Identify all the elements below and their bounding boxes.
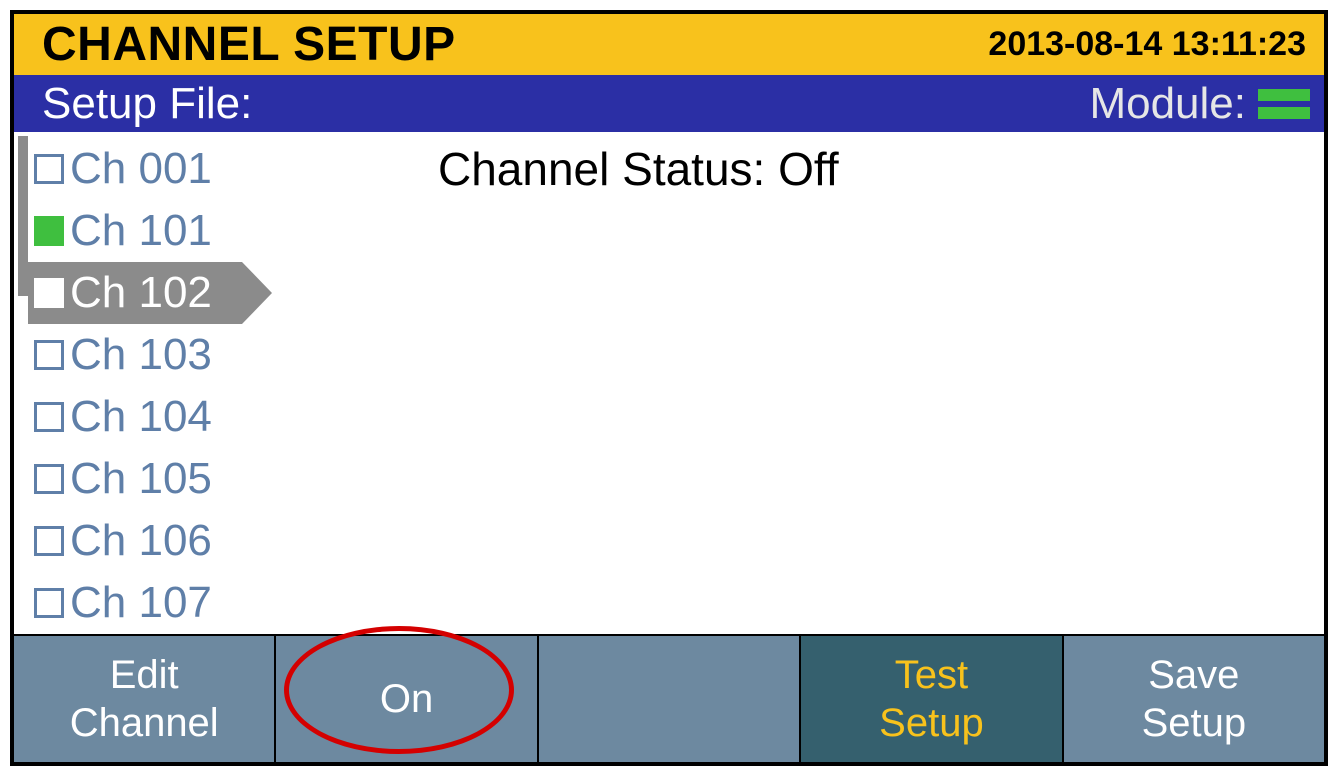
- page-title: CHANNEL SETUP: [42, 17, 456, 72]
- channel-scrollbar[interactable]: [18, 132, 28, 634]
- channel-status-value: Off: [778, 143, 839, 195]
- channel-label: Ch 103: [70, 330, 212, 380]
- channel-label: Ch 107: [70, 578, 212, 628]
- channel-item[interactable]: Ch 102: [28, 262, 242, 324]
- scrollbar-thumb[interactable]: [18, 136, 28, 296]
- softkey-test-setup[interactable]: Test Setup: [801, 636, 1063, 762]
- channel-status-pane: Channel Status: Off: [398, 132, 1324, 634]
- channel-label: Ch 101: [70, 206, 212, 256]
- channel-checkbox-icon: [34, 340, 64, 370]
- channel-label: Ch 105: [70, 454, 212, 504]
- softkey-on[interactable]: On: [276, 636, 538, 762]
- channel-label: Ch 106: [70, 516, 212, 566]
- softkey-save-setup[interactable]: Save Setup: [1064, 636, 1324, 762]
- channel-list: Ch 001 Ch 101 Ch 102 Ch 103 Ch 104 Ch 105 Ch 1…: [28, 132, 398, 634]
- main-body: Ch 001 Ch 101 Ch 102 Ch 103 Ch 104 Ch 105 Ch 1…: [14, 132, 1324, 634]
- softkey-bar: Edit Channel On Test Setup Save Setup: [14, 634, 1324, 762]
- channel-item[interactable]: Ch 103: [28, 324, 216, 386]
- softkey-edit-channel[interactable]: Edit Channel: [14, 636, 276, 762]
- channel-checkbox-icon: [34, 278, 64, 308]
- channel-label: Ch 104: [70, 392, 212, 442]
- channel-item[interactable]: Ch 104: [28, 386, 216, 448]
- module-status-icon: [1258, 89, 1310, 119]
- channel-checkbox-icon: [34, 588, 64, 618]
- channel-item[interactable]: Ch 101: [28, 200, 216, 262]
- channel-item[interactable]: Ch 001: [28, 138, 216, 200]
- channel-label: Ch 102: [70, 268, 212, 318]
- channel-item[interactable]: Ch 106: [28, 510, 216, 572]
- device-screen: CHANNEL SETUP 2013-08-14 13:11:23 Setup …: [10, 10, 1328, 766]
- channel-checkbox-icon: [34, 464, 64, 494]
- clock-timestamp: 2013-08-14 13:11:23: [988, 25, 1306, 64]
- setup-file-bar: Setup File: Module:: [14, 75, 1324, 132]
- channel-status-label: Channel Status:: [438, 143, 765, 195]
- channel-item[interactable]: Ch 107: [28, 572, 216, 634]
- channel-label: Ch 001: [70, 144, 212, 194]
- channel-checkbox-icon: [34, 526, 64, 556]
- channel-checkbox-icon: [34, 154, 64, 184]
- module-label: Module:: [1089, 79, 1246, 129]
- setup-file-label: Setup File:: [42, 79, 252, 129]
- title-bar: CHANNEL SETUP 2013-08-14 13:11:23: [14, 14, 1324, 75]
- channel-checkbox-icon: [34, 216, 64, 246]
- channel-item[interactable]: Ch 105: [28, 448, 216, 510]
- module-indicator: Module:: [1089, 79, 1310, 129]
- channel-checkbox-icon: [34, 402, 64, 432]
- softkey-empty: [539, 636, 801, 762]
